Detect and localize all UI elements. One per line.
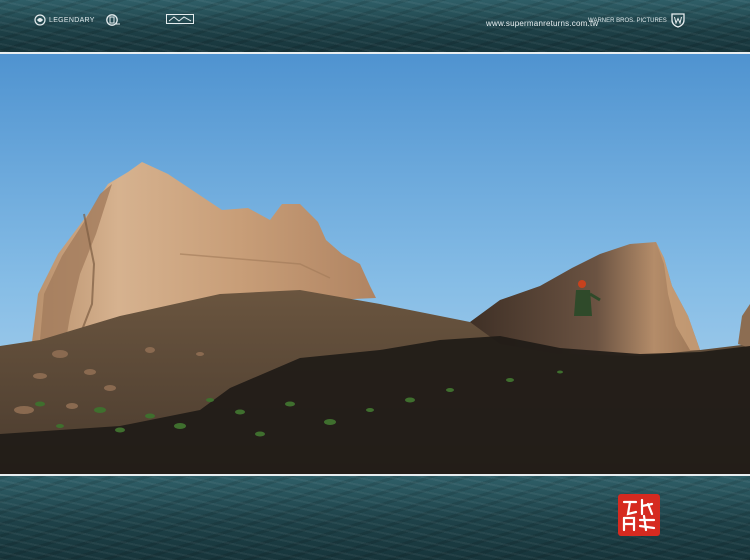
distributor-line-1: WARNER BROS. PICTURES xyxy=(588,17,667,24)
legendary-logo-text: LEGENDARY xyxy=(49,16,95,24)
distributor-credit: WARNER BROS. PICTURES xyxy=(588,13,685,28)
studio-logo xyxy=(166,14,197,24)
legendary-pictures-logo: LEGENDARY xyxy=(34,14,95,26)
dc-comics-icon xyxy=(106,14,120,26)
red-seal-stamp xyxy=(618,494,660,536)
legendary-swirl-icon xyxy=(34,14,46,26)
warner-bros-shield-icon xyxy=(671,13,685,28)
dc-logo-wrap xyxy=(106,14,123,26)
studio-logo-wrap xyxy=(166,14,197,24)
desert-ruins-photo xyxy=(0,54,750,474)
seal-glyphs-icon xyxy=(622,498,656,532)
studio-logos: LEGENDARY xyxy=(34,14,95,26)
dc-comics-logo xyxy=(106,14,123,26)
website-url: www.supermanreturns.com.tw xyxy=(486,19,599,28)
studio-badge-icon xyxy=(166,14,194,24)
